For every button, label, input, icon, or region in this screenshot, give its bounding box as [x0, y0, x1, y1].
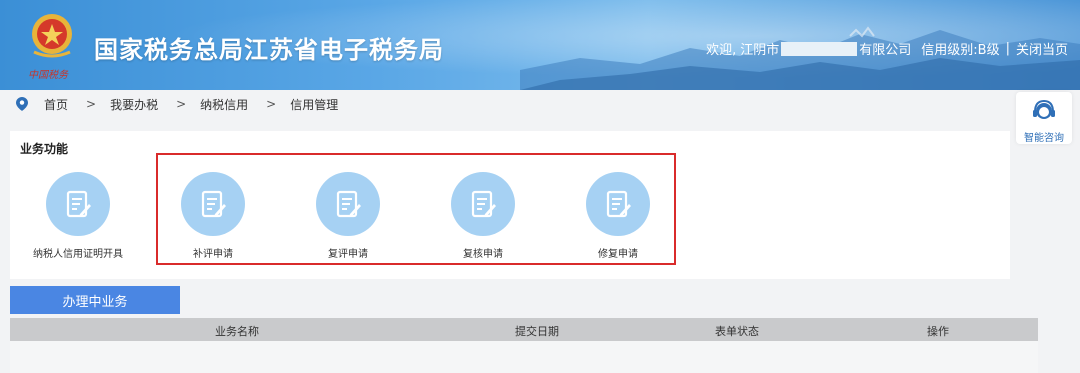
breadcrumb-credit[interactable]: 纳税信用	[200, 96, 248, 113]
user-bar: 欢迎, 江阴市 有限公司 信用级别:B级 | 关闭当页	[706, 39, 1068, 58]
highlight-box	[156, 153, 676, 265]
separator: |	[1005, 41, 1010, 56]
breadcrumb-arrow: >	[176, 97, 187, 111]
breadcrumb-tax[interactable]: 我要办税	[110, 96, 158, 113]
welcome-text: 欢迎,	[706, 43, 737, 58]
credit-level: 信用级别:B级	[921, 43, 1000, 58]
smart-consult-button[interactable]: 智能咨询	[1016, 92, 1072, 144]
function-credit-certificate[interactable]: 纳税人信用证明开具	[28, 172, 128, 262]
breadcrumb: 首页 > 我要办税 > 纳税信用 > 信用管理	[0, 90, 1080, 118]
site-title: 国家税务总局江苏省电子税务局	[94, 36, 444, 64]
table-header: 业务名称 提交日期 表单状态 操作	[10, 318, 1038, 341]
breadcrumb-arrow: >	[86, 97, 97, 111]
column-form-status: 表单状态	[715, 325, 759, 338]
business-functions-panel: 业务功能 纳税人信用证明开具 补评申请 复评申请 复核申请 修复申请	[10, 131, 1010, 279]
document-edit-icon	[46, 172, 110, 236]
location-pin-icon	[16, 97, 28, 111]
column-business-name: 业务名称	[215, 325, 259, 338]
smart-consult-label: 智能咨询	[1024, 133, 1064, 144]
column-operation: 操作	[927, 325, 949, 338]
function-label: 纳税人信用证明开具	[33, 249, 123, 260]
column-submit-date: 提交日期	[515, 325, 559, 338]
headset-agent-icon	[1033, 99, 1055, 119]
close-page-link[interactable]: 关闭当页	[1016, 39, 1068, 58]
company-prefix: 江阴市	[740, 43, 780, 58]
tax-emblem-logo: 中国税务	[22, 8, 82, 81]
redacted-company-name	[781, 41, 858, 56]
top-banner: 中国税务 国家税务总局江苏省电子税务局 欢迎, 江阴市 有限公司 信用级别:B级…	[0, 0, 1080, 90]
breadcrumb-credit-management: 信用管理	[290, 97, 339, 112]
company-suffix: 有限公司	[859, 43, 912, 58]
emblem-caption: 中国税务	[28, 70, 68, 81]
breadcrumb-home[interactable]: 首页	[44, 96, 68, 113]
breadcrumb-arrow: >	[266, 97, 277, 111]
table-body	[10, 341, 1038, 373]
tab-in-progress[interactable]: 办理中业务	[10, 286, 180, 314]
panel-title: 业务功能	[20, 142, 69, 156]
